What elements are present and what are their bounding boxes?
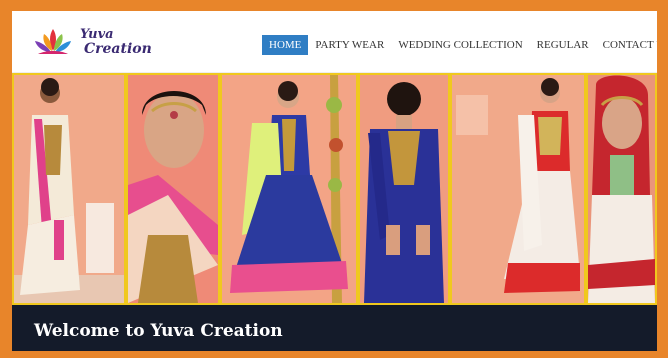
nav-regular[interactable]: REGULAR [530, 35, 596, 55]
main-nav: HOME PARTY WEAR WEDDING COLLECTION REGUL… [262, 34, 657, 56]
nav-party-wear[interactable]: PARTY WEAR [308, 35, 391, 55]
collage-photo-blue-lehenga [220, 73, 358, 305]
welcome-title: Welcome to Yuva Creation [34, 321, 283, 341]
collage-photo-blue-anarkali-back [358, 73, 450, 305]
hero-collage[interactable] [12, 73, 657, 305]
collage-photo-red-dupatta [586, 73, 657, 305]
lotus-logo-icon [35, 29, 71, 54]
page-frame: Yuva Creation HOME PARTY WEAR WEDDING CO… [12, 11, 657, 351]
collage-photo-pink-closeup [126, 73, 220, 305]
brand-line-1: Yuva [80, 27, 114, 42]
brand-name: Yuva Creation [80, 27, 152, 57]
logo[interactable]: Yuva Creation [30, 25, 152, 61]
nav-home[interactable]: HOME [262, 35, 309, 55]
welcome-banner: Welcome to Yuva Creation [12, 305, 657, 351]
collage-photo-red-gown [450, 73, 586, 305]
collage-photo-cream-outfit [12, 73, 126, 305]
nav-contact-us[interactable]: CONTACT US [596, 35, 657, 55]
nav-wedding-collection[interactable]: WEDDING COLLECTION [391, 35, 529, 55]
brand-line-2: Creation [84, 41, 152, 57]
site-header: Yuva Creation HOME PARTY WEAR WEDDING CO… [12, 11, 657, 73]
